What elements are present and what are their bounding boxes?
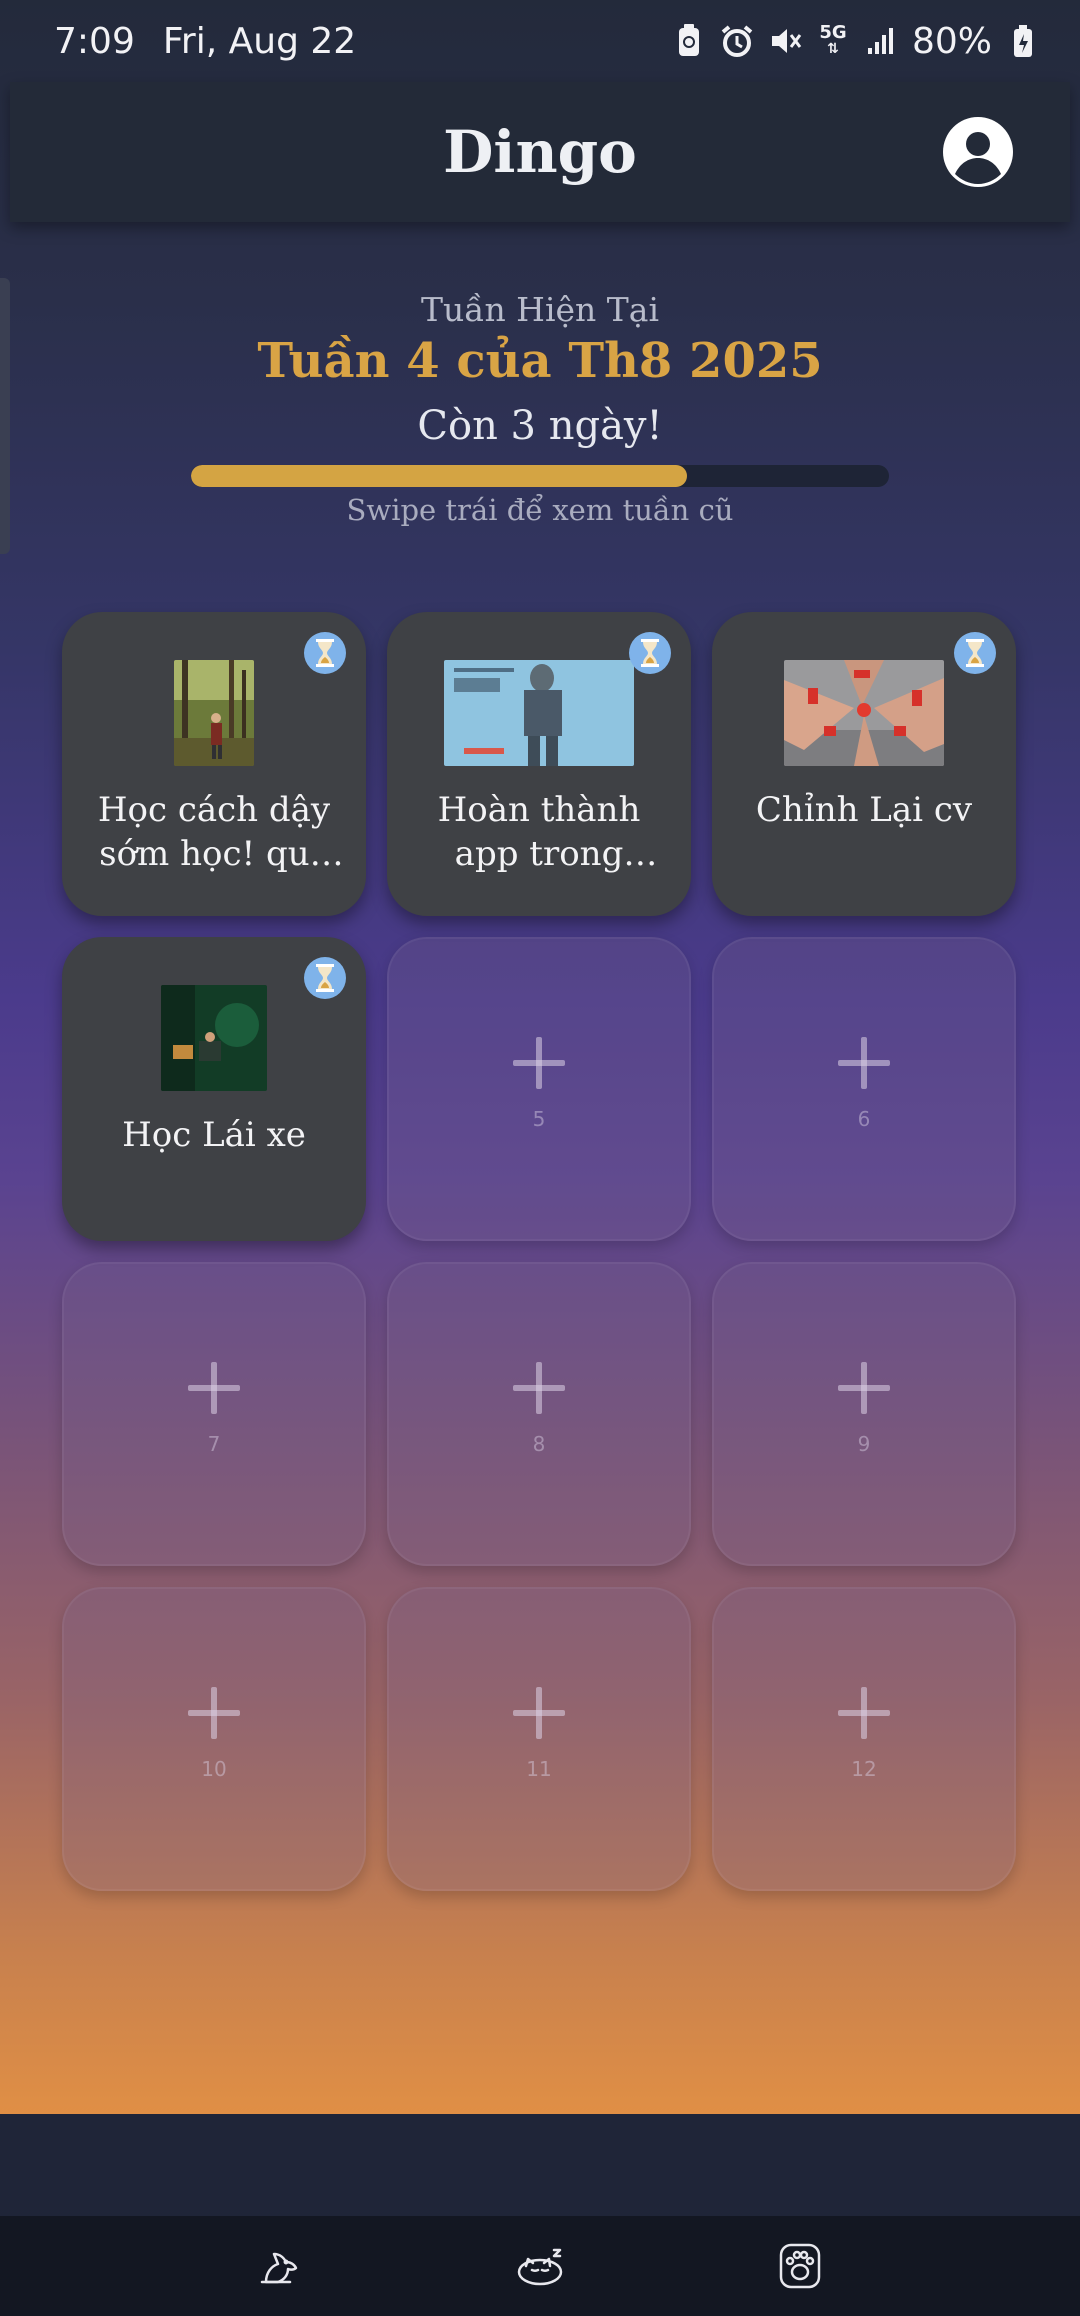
slot-number: 5: [532, 1107, 546, 1131]
add-goal-slot[interactable]: 9: [712, 1262, 1016, 1566]
days-left: Còn 3 ngày!: [417, 403, 663, 449]
goal-grid: Học cách dậy sớm học! quý … Hoàn thành a…: [62, 612, 1016, 1891]
plus-icon: [513, 1687, 565, 1739]
paw-icon: [779, 2243, 821, 2289]
goal-title: Hoàn thành app trong tuầ…: [437, 790, 641, 874]
slot-number: 7: [207, 1432, 221, 1456]
slot-number: 10: [201, 1757, 227, 1781]
goal-image-app: [444, 660, 634, 766]
top-app-bar: Dingo: [10, 82, 1070, 222]
add-goal-slot[interactable]: 6: [712, 937, 1016, 1241]
status-bar: 7:09 Fri, Aug 22 5G ⇅ 80%: [0, 0, 1080, 82]
goal-image-hands: [784, 660, 944, 766]
plus-icon: [838, 1037, 890, 1089]
sleeping-cat-icon: [517, 2248, 563, 2286]
slot-number: 12: [851, 1757, 877, 1781]
swipe-hint: Swipe trái để xem tuần cũ: [346, 493, 734, 527]
account-circle-icon: [943, 117, 1013, 187]
add-goal-slot[interactable]: 10: [62, 1587, 366, 1891]
slot-number: 11: [526, 1757, 552, 1781]
goal-card[interactable]: Học Lái xe: [62, 937, 366, 1241]
plus-icon: [188, 1687, 240, 1739]
goal-title: Chỉnh Lại cv: [755, 790, 973, 830]
plus-icon: [513, 1362, 565, 1414]
nav-sleeping-cat[interactable]: [510, 2236, 570, 2296]
slot-number: 8: [532, 1432, 546, 1456]
plus-icon: [513, 1037, 565, 1089]
status-time: 7:09: [54, 20, 135, 62]
hourglass-icon: [304, 632, 346, 674]
goal-image-driving: [161, 985, 267, 1091]
hourglass-icon: [629, 632, 671, 674]
signal-icon: [864, 24, 898, 58]
goal-card[interactable]: Học cách dậy sớm học! quý …: [62, 612, 366, 916]
add-goal-slot[interactable]: 5: [387, 937, 691, 1241]
week-progress-bar: [191, 465, 889, 487]
slot-number: 9: [857, 1432, 871, 1456]
dog-icon: [260, 2252, 298, 2284]
bottom-navigation: [0, 2216, 1080, 2316]
5g-icon: 5G ⇅: [819, 22, 847, 58]
profile-button[interactable]: [942, 116, 1014, 188]
goal-title: Học Lái xe: [122, 1115, 306, 1155]
week-label: Tuần Hiện Tại: [420, 290, 660, 329]
add-goal-slot[interactable]: 8: [387, 1262, 691, 1566]
week-progress-fill: [191, 465, 687, 487]
plus-icon: [838, 1687, 890, 1739]
add-goal-slot[interactable]: 7: [62, 1262, 366, 1566]
bottom-spacer: [0, 2114, 1080, 2216]
goal-card[interactable]: Chỉnh Lại cv: [712, 612, 1016, 916]
add-goal-slot[interactable]: 11: [387, 1587, 691, 1891]
battery-percent: 80%: [911, 20, 992, 62]
plus-icon: [838, 1362, 890, 1414]
alarm-icon: [720, 24, 754, 58]
plus-icon: [188, 1362, 240, 1414]
hourglass-icon: [954, 632, 996, 674]
battery-saver-icon: [672, 24, 706, 58]
goal-title: Học cách dậy sớm học! quý …: [97, 790, 331, 874]
week-title: Tuần 4 của Th8 2025: [257, 333, 823, 389]
goal-image-forest: [174, 660, 254, 766]
mute-icon: [768, 24, 802, 58]
nav-dog[interactable]: [250, 2236, 310, 2296]
week-header: Tuần Hiện Tại Tuần 4 của Th8 2025 Còn 3 …: [0, 290, 1080, 527]
app-title: Dingo: [443, 118, 637, 186]
battery-icon: [1006, 24, 1040, 58]
slot-number: 6: [857, 1107, 871, 1131]
hourglass-icon: [304, 957, 346, 999]
nav-paw[interactable]: [770, 2236, 830, 2296]
add-goal-slot[interactable]: 12: [712, 1587, 1016, 1891]
goal-card[interactable]: Hoàn thành app trong tuầ…: [387, 612, 691, 916]
status-date: Fri, Aug 22: [162, 20, 357, 62]
